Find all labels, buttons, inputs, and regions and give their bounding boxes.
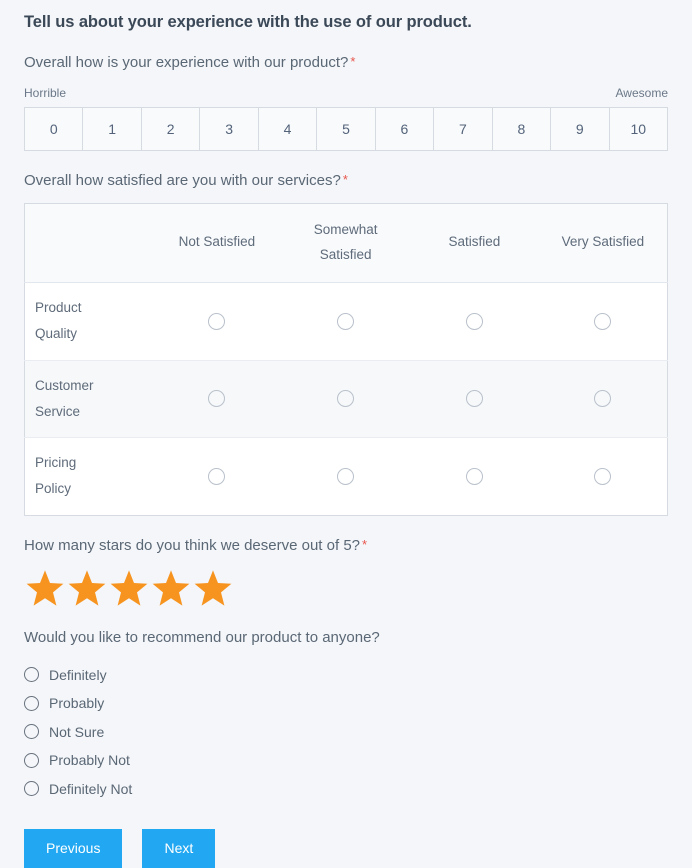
recommend-option-label: Definitely Not xyxy=(49,780,133,797)
nps-option-8[interactable]: 8 xyxy=(493,107,552,150)
matrix-row-label: Customer Service xyxy=(24,360,153,439)
matrix-cell[interactable] xyxy=(152,360,282,439)
matrix-column-header: Somewhat Satisfied xyxy=(281,203,410,283)
recommend-options-list: Definitely Probably Not Sure Probably Not De… xyxy=(24,660,668,803)
matrix-cell[interactable] xyxy=(281,438,410,516)
matrix-column-header: Not Satisfied xyxy=(152,203,282,283)
matrix-cell[interactable] xyxy=(153,438,282,516)
recommend-option-row[interactable]: Probably xyxy=(24,689,668,718)
recommend-option-row[interactable]: Definitely xyxy=(24,660,668,689)
matrix-radio[interactable] xyxy=(465,390,483,408)
matrix-question-label: Overall how satisfied are you with our s… xyxy=(24,171,668,191)
matrix-radio[interactable] xyxy=(208,312,226,330)
nps-scale[interactable]: 0 1 2 3 4 5 6 7 8 9 10 xyxy=(24,106,668,151)
previous-button[interactable]: Previous xyxy=(24,828,123,868)
nps-option-9[interactable]: 9 xyxy=(551,107,610,150)
matrix-row-label: Product Quality xyxy=(24,282,153,361)
page-title: Tell us about your experience with the u… xyxy=(24,13,472,31)
matrix-cell[interactable] xyxy=(410,282,539,361)
recommend-option-row[interactable]: Probably Not xyxy=(24,746,668,775)
star-question-block: How many stars do you think we deserve o… xyxy=(24,536,668,612)
matrix-row-label: Pricing Policy xyxy=(25,438,153,516)
matrix-cell[interactable] xyxy=(539,438,668,516)
matrix-cell[interactable] xyxy=(410,438,539,516)
nps-endpoint-labels: Horrible Awesome xyxy=(24,86,668,100)
matrix-header-row: Not Satisfied Somewhat Satisfied Satisfied… xyxy=(24,203,668,283)
matrix-question-block: Overall how satisfied are you with our s… xyxy=(24,171,668,516)
nps-option-7[interactable]: 7 xyxy=(434,107,493,150)
nps-option-1[interactable]: 1 xyxy=(83,107,142,150)
radio-button[interactable] xyxy=(24,667,39,682)
required-asterisk: * xyxy=(350,54,356,70)
required-asterisk: * xyxy=(342,171,348,187)
matrix-row: Product Quality xyxy=(24,282,668,361)
nps-low-label: Horrible xyxy=(24,85,67,100)
recommend-option-label: Definitely xyxy=(49,666,107,683)
star-icon-5[interactable] xyxy=(192,568,234,608)
matrix-column-header: Very Satisfied xyxy=(538,203,668,283)
star-icon-3[interactable] xyxy=(108,568,150,608)
nps-question-text: Overall how is your experience with our … xyxy=(24,54,349,72)
matrix-cell[interactable] xyxy=(410,360,539,439)
radio-button[interactable] xyxy=(24,781,39,796)
survey-page: Tell us about your experience with the u… xyxy=(0,0,692,868)
nps-high-label: Awesome xyxy=(615,85,668,100)
star-icon-2[interactable] xyxy=(66,568,108,608)
matrix-cell[interactable] xyxy=(152,282,282,361)
nps-option-5[interactable]: 5 xyxy=(317,107,376,150)
matrix-radio[interactable] xyxy=(465,312,483,330)
star-question-label: How many stars do you think we deserve o… xyxy=(24,536,668,556)
matrix-row: Customer Service xyxy=(24,360,668,439)
matrix-row-label-text: Pricing Policy xyxy=(35,455,77,497)
matrix-radio[interactable] xyxy=(208,467,226,485)
navigation-buttons: Previous Next xyxy=(24,828,668,868)
recommend-option-label: Probably Not xyxy=(49,752,130,768)
matrix-cell[interactable] xyxy=(538,282,668,361)
radio-button[interactable] xyxy=(24,752,39,768)
matrix-body: Product Quality Customer Service Pricing P… xyxy=(24,282,668,516)
nps-option-4[interactable]: 4 xyxy=(259,107,318,150)
satisfaction-matrix: Not Satisfied Somewhat Satisfied Satisfied… xyxy=(24,202,668,516)
recommend-question-label: Would you like to recommend our product … xyxy=(24,628,668,648)
matrix-column-header: Satisfied xyxy=(410,203,539,283)
matrix-header: Not Satisfied Somewhat Satisfied Satisfied… xyxy=(24,203,668,283)
matrix-radio[interactable] xyxy=(465,467,483,485)
recommend-option-label: Not Sure xyxy=(49,723,105,740)
matrix-row: Pricing Policy xyxy=(25,438,668,516)
matrix-radio[interactable] xyxy=(208,390,226,408)
recommend-option-label: Probably xyxy=(49,695,105,711)
required-asterisk: * xyxy=(362,536,368,552)
star-icon-1[interactable] xyxy=(24,568,66,608)
matrix-radio[interactable] xyxy=(594,312,612,330)
next-button[interactable]: Next xyxy=(142,828,216,868)
matrix-row-label-text: Product Quality xyxy=(35,299,82,342)
radio-button[interactable] xyxy=(24,724,39,739)
matrix-radio[interactable] xyxy=(337,390,355,408)
recommend-question-text: Would you like to recommend our product … xyxy=(24,629,380,646)
matrix-corner-cell xyxy=(24,203,153,283)
radio-button[interactable] xyxy=(24,695,39,711)
nps-option-3[interactable]: 3 xyxy=(200,107,259,150)
matrix-cell[interactable] xyxy=(538,360,668,439)
nps-question-block: Overall how is your experience with our … xyxy=(24,53,668,151)
star-question-text: How many stars do you think we deserve o… xyxy=(24,536,361,554)
star-icon-4[interactable] xyxy=(150,568,192,608)
nps-option-10[interactable]: 10 xyxy=(610,107,668,150)
matrix-cell[interactable] xyxy=(281,360,410,439)
matrix-radio[interactable] xyxy=(337,467,355,485)
matrix-cell[interactable] xyxy=(281,282,410,361)
nps-option-0[interactable]: 0 xyxy=(25,107,84,150)
matrix-radio[interactable] xyxy=(337,312,355,330)
recommend-option-row[interactable]: Definitely Not xyxy=(24,774,668,803)
matrix-question-text: Overall how satisfied are you with our s… xyxy=(24,171,341,189)
matrix-radio[interactable] xyxy=(594,467,612,485)
matrix-row-label-text: Customer Service xyxy=(35,377,94,419)
matrix-radio[interactable] xyxy=(594,390,612,408)
star-rating[interactable] xyxy=(24,568,668,612)
recommend-option-row[interactable]: Not Sure xyxy=(24,717,668,746)
nps-question-label: Overall how is your experience with our … xyxy=(24,53,668,73)
nps-option-6[interactable]: 6 xyxy=(376,107,435,150)
nps-option-2[interactable]: 2 xyxy=(142,107,201,150)
recommend-question-block: Would you like to recommend our product … xyxy=(24,628,668,803)
